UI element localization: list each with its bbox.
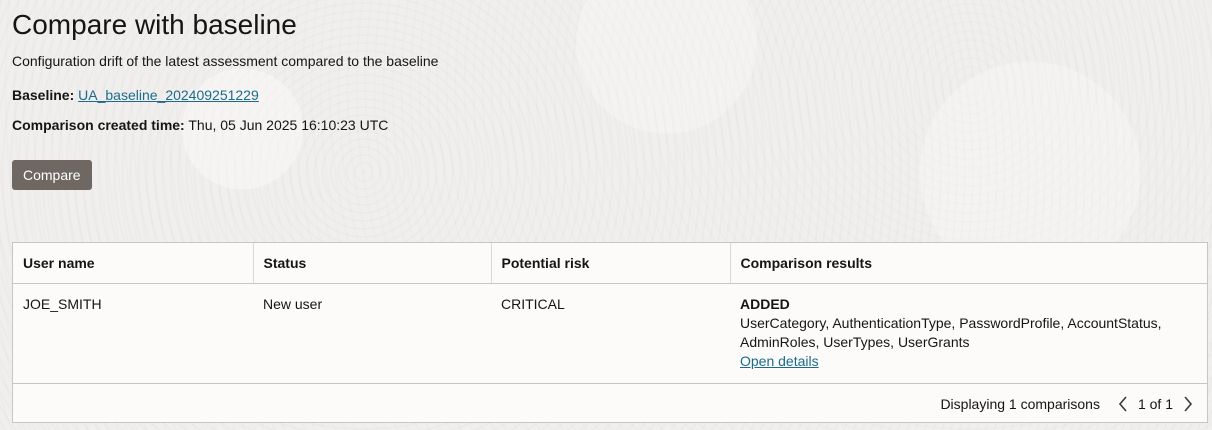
table-row: JOE_SMITH New user CRITICAL ADDED UserCa… [13, 283, 1207, 384]
comparison-time-value: Thu, 05 Jun 2025 16:10:23 UTC [188, 117, 389, 133]
column-header-user-name[interactable]: User name [13, 243, 254, 284]
cell-user-name: JOE_SMITH [13, 283, 253, 384]
page-title: Compare with baseline [12, 9, 297, 40]
page-content: Compare with baseline Configuration drif… [0, 0, 1212, 190]
column-header-potential-risk[interactable]: Potential risk [491, 243, 731, 284]
baseline-link[interactable]: UA_baseline_202409251229 [78, 87, 259, 103]
comparison-time-row: Comparison created time: Thu, 05 Jun 202… [12, 116, 1200, 134]
baseline-label: Baseline: [12, 87, 75, 103]
result-label: ADDED [740, 295, 790, 312]
display-summary: Displaying 1 comparisons [940, 395, 1100, 412]
column-header-status[interactable]: Status [253, 243, 492, 284]
page-indicator: 1 of 1 [1137, 395, 1173, 412]
open-details-link[interactable]: Open details [740, 353, 819, 369]
compare-button[interactable]: Compare [12, 160, 92, 190]
cell-status: New user [253, 283, 491, 384]
chevron-left-icon[interactable] [1114, 393, 1132, 415]
baseline-row: Baseline: UA_baseline_202409251229 [12, 86, 1200, 104]
pagination: 1 of 1 [1114, 393, 1197, 415]
table-header-row: User name Status Potential risk Comparis… [13, 243, 1207, 284]
result-text: UserCategory, AuthenticationType, Passwo… [740, 314, 1162, 350]
comparison-table: User name Status Potential risk Comparis… [13, 243, 1207, 384]
column-header-comparison-results[interactable]: Comparison results [730, 243, 1207, 284]
comparison-table-card: User name Status Potential risk Comparis… [12, 242, 1208, 423]
page-subtitle: Configuration drift of the latest assess… [12, 53, 439, 69]
cell-potential-risk: CRITICAL [491, 283, 730, 384]
chevron-right-icon[interactable] [1179, 393, 1197, 415]
table-footer: Displaying 1 comparisons 1 of 1 [13, 384, 1207, 424]
comparison-time-label: Comparison created time: [12, 117, 185, 133]
cell-comparison-results: ADDED UserCategory, AuthenticationType, … [730, 283, 1207, 384]
